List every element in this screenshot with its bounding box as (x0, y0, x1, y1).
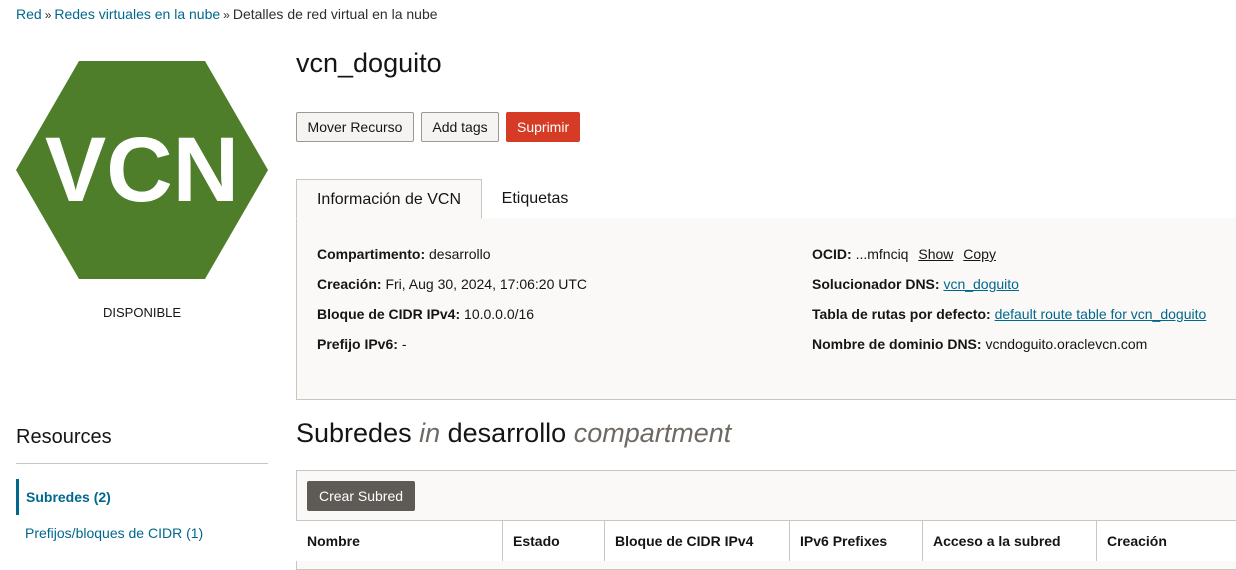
cidr-row: Bloque de CIDR IPv4: 10.0.0.0/16 (317, 306, 534, 322)
add-tags-button[interactable]: Add tags (421, 112, 499, 142)
ipv6-row: Prefijo IPv6: - (317, 336, 406, 352)
ocid-row: OCID: ...mfnciq Show Copy (812, 246, 996, 262)
dns-resolver-row: Solucionador DNS: vcn_doguito (812, 276, 1019, 292)
resources-divider (16, 463, 268, 464)
cidr-value: 10.0.0.0/16 (464, 306, 535, 322)
column-divider (502, 521, 503, 561)
move-resource-button[interactable]: Mover Recurso (296, 112, 414, 142)
vcn-hexagon-icon: VCN (16, 61, 268, 279)
vcn-info-panel: Compartimento: desarrollo Creación: Fri,… (296, 218, 1236, 400)
column-divider (1096, 521, 1097, 561)
tab-vcn-info[interactable]: Información de VCN (296, 179, 482, 219)
resources-item-cidr-blocks[interactable]: Prefijos/bloques de CIDR (1) (25, 525, 203, 541)
created-label: Creación: (317, 276, 382, 292)
ocid-label: OCID: (812, 246, 852, 262)
created-row: Creación: Fri, Aug 30, 2024, 17:06:20 UT… (317, 276, 587, 292)
ocid-value: ...mfnciq (855, 246, 909, 262)
compartment-value: desarrollo (429, 246, 491, 262)
ipv6-value: - (401, 336, 407, 352)
ocid-copy-link[interactable]: Copy (963, 246, 996, 262)
breadcrumb-current: Detalles de red virtual en la nube (232, 6, 438, 22)
tab-labels[interactable]: Etiquetas (482, 179, 588, 219)
dns-resolver-link[interactable]: vcn_doguito (943, 276, 1019, 292)
column-divider (922, 521, 923, 561)
route-table-row: Tabla de rutas por defecto: default rout… (812, 306, 1206, 322)
dns-domain-label: Nombre de dominio DNS: (812, 336, 982, 352)
breadcrumb-link-red[interactable]: Red (16, 6, 42, 22)
dns-domain-value: vcndoguito.oraclevcn.com (985, 336, 1148, 352)
ipv6-label: Prefijo IPv6: (317, 336, 398, 352)
route-table-link[interactable]: default route table for vcn_doguito (995, 306, 1207, 322)
ocid-show-link[interactable]: Show (918, 246, 953, 262)
compartment-label: Compartimento: (317, 246, 426, 262)
breadcrumb-link-vcns[interactable]: Redes virtuales en la nube (54, 6, 220, 22)
resources-item-subnets-label: Subredes (2) (26, 489, 111, 505)
compartment-row: Compartimento: desarrollo (317, 246, 491, 262)
column-divider (604, 521, 605, 561)
subnets-table-header: Nombre Estado Bloque de CIDR IPv4 IPv6 P… (296, 520, 1236, 561)
subnets-heading-compartment: desarrollo (447, 418, 567, 448)
vcn-icon-text: VCN (45, 119, 239, 221)
resources-item-subnets[interactable]: Subredes (2) (16, 479, 268, 515)
subnets-heading: Subredes in desarrollo compartment (296, 418, 731, 449)
created-value: Fri, Aug 30, 2024, 17:06:20 UTC (385, 276, 588, 292)
subnets-heading-suffix: compartment (573, 418, 732, 448)
breadcrumb-separator: » (44, 8, 52, 22)
breadcrumb-separator: » (223, 8, 230, 22)
breadcrumb: Red» Redes virtuales en la nube» Detalles … (16, 6, 438, 22)
status-badge: DISPONIBLE (102, 305, 182, 320)
create-subnet-button[interactable]: Crear Subred (307, 481, 415, 511)
cidr-label: Bloque de CIDR IPv4: (317, 306, 461, 322)
delete-button[interactable]: Suprimir (506, 112, 580, 142)
route-table-label: Tabla de rutas por defecto: (812, 306, 991, 322)
dns-domain-row: Nombre de dominio DNS: vcndoguito.oracle… (812, 336, 1147, 352)
dns-resolver-label: Solucionador DNS: (812, 276, 940, 292)
subnets-heading-in: in (419, 418, 441, 448)
column-divider (789, 521, 790, 561)
resources-title: Resources (16, 426, 112, 448)
subnets-heading-main: Subredes (296, 418, 412, 448)
page-title: vcn_doguito (296, 48, 442, 78)
